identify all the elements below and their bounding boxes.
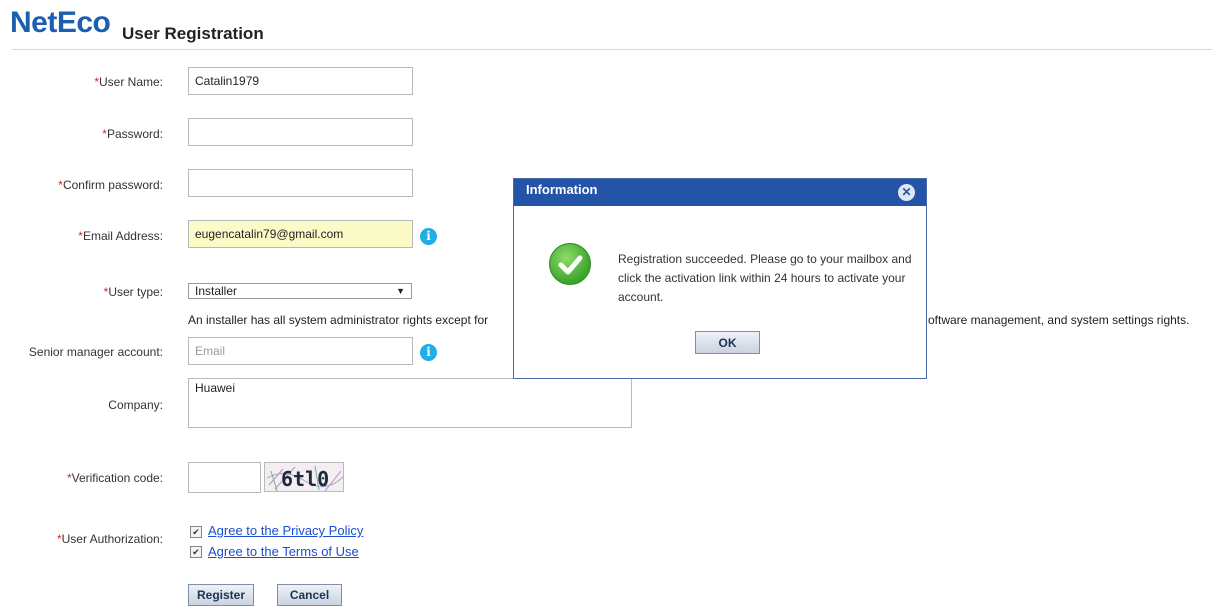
username-input[interactable]: [188, 67, 413, 95]
senior-manager-label: Senior manager account:: [28, 345, 163, 359]
privacy-policy-link[interactable]: Agree to the Privacy Policy: [208, 523, 363, 538]
page-header: NetEco User Registration: [0, 0, 1215, 50]
terms-of-use-link[interactable]: Agree to the Terms of Use: [208, 544, 359, 559]
confirm-password-label: *Confirm password:: [58, 178, 163, 192]
user-type-select[interactable]: Installer ▼: [188, 283, 412, 299]
captcha-noise: 6tl0: [266, 465, 343, 491]
senior-manager-input[interactable]: [188, 337, 413, 365]
company-input[interactable]: Huawei: [188, 378, 632, 428]
captcha-image[interactable]: 6tl0: [264, 462, 344, 492]
information-dialog: Information ✕ Registration succeeded. Pl…: [513, 178, 927, 379]
username-label: *User Name:: [94, 75, 163, 89]
authorization-label: *User Authorization:: [56, 532, 163, 546]
email-input[interactable]: [188, 220, 413, 248]
info-icon[interactable]: i: [420, 344, 437, 361]
terms-checkbox[interactable]: ✔: [190, 546, 202, 558]
email-label: *Email Address:: [78, 229, 163, 243]
user-type-description: An installer has all system administrato…: [188, 313, 489, 327]
close-icon[interactable]: ✕: [898, 184, 915, 201]
captcha-text: 6tl0: [281, 467, 329, 491]
user-type-description-continued: oftware management, and system settings …: [928, 313, 1190, 327]
ok-button[interactable]: OK: [695, 331, 760, 354]
page-title: User Registration: [122, 24, 264, 43]
confirm-password-input[interactable]: [188, 169, 413, 197]
header-divider: [12, 49, 1212, 50]
neteco-logo: NetEco: [10, 6, 111, 39]
verification-code-input[interactable]: [188, 462, 261, 493]
dialog-title: Information: [526, 182, 598, 197]
verification-label: *Verification code:: [66, 471, 163, 485]
user-type-selected: Installer: [195, 284, 238, 298]
chevron-down-icon: ▼: [396, 286, 405, 296]
user-type-label: *User type:: [103, 285, 163, 299]
check-mark: [558, 255, 583, 275]
privacy-checkbox[interactable]: ✔: [190, 526, 202, 538]
success-check-icon: [549, 243, 591, 285]
info-icon[interactable]: i: [420, 228, 437, 245]
password-label: *Password:: [102, 127, 163, 141]
company-label: Company:: [108, 398, 163, 412]
dialog-message: Registration succeeded. Please go to you…: [618, 252, 912, 304]
dialog-title-bar: Information ✕: [514, 179, 926, 206]
password-input[interactable]: [188, 118, 413, 146]
